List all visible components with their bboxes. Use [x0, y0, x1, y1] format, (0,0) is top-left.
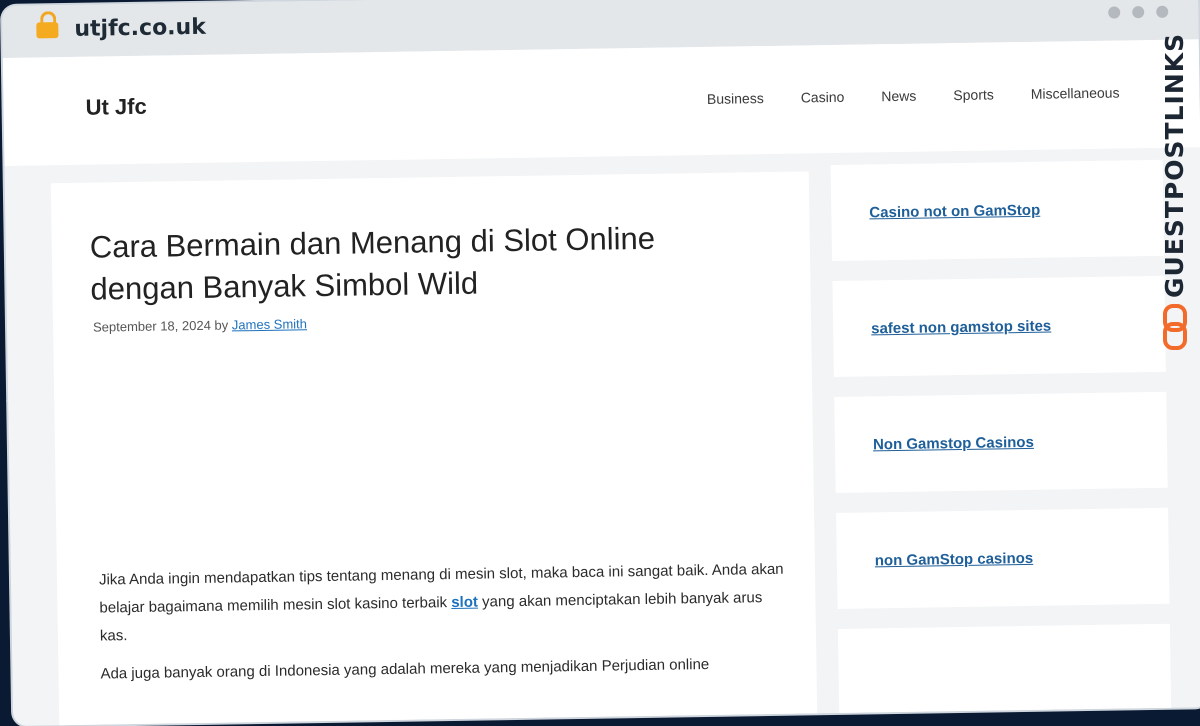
sidebar: Casino not on GamStop safest non gamstop… — [830, 159, 1172, 726]
article: Cara Bermain dan Menang di Slot Online d… — [50, 171, 818, 726]
slot-link[interactable]: slot — [451, 594, 478, 611]
guestpostlinks-badge: GUESTPOSTLINKS — [1158, 32, 1194, 358]
sidebar-link[interactable]: non GamStop casinos — [875, 550, 1034, 569]
sidebar-widget: safest non gamstop sites — [832, 275, 1166, 377]
badge-text: GUESTPOSTLINKS — [1160, 32, 1189, 298]
window-dot-icon[interactable] — [1156, 5, 1169, 18]
main-navigation: Business Casino News Sports Miscellaneou… — [707, 84, 1120, 106]
address-bar-url[interactable]: utjfc.co.uk — [74, 15, 206, 42]
site-header: Ut Jfc Business Casino News Sports Misce… — [2, 39, 1200, 166]
nav-item-miscellaneous[interactable]: Miscellaneous — [1031, 84, 1120, 101]
post-meta: September 18, 2024 by James Smith — [93, 316, 307, 334]
paragraph-text: Ada juga banyak orang di Indonesia yang … — [100, 655, 710, 683]
article-paragraph: Ada juga banyak orang di Indonesia yang … — [100, 650, 790, 689]
post-title: Cara Bermain dan Menang di Slot Online d… — [89, 220, 656, 307]
nav-item-news[interactable]: News — [881, 88, 916, 105]
sidebar-widget — [837, 623, 1172, 725]
window-dot-icon[interactable] — [1108, 6, 1121, 19]
site-title[interactable]: Ut Jfc — [85, 94, 147, 121]
web-page: Ut Jfc Business Casino News Sports Misce… — [2, 39, 1200, 726]
sidebar-link[interactable]: safest non gamstop sites — [871, 318, 1051, 338]
paragraph-text: Jika Anda ingin mendapatkan tips tentang… — [98, 560, 784, 617]
nav-item-sports[interactable]: Sports — [953, 86, 994, 103]
post-by-label: by — [214, 317, 229, 333]
window-dot-icon[interactable] — [1132, 6, 1145, 19]
sidebar-link[interactable]: Casino not on GamStop — [869, 202, 1040, 222]
post-date: September 18, 2024 — [92, 317, 211, 335]
author-link[interactable]: James Smith — [232, 316, 307, 332]
sidebar-widget: non GamStop casinos — [836, 507, 1170, 609]
nav-item-casino[interactable]: Casino — [801, 89, 845, 106]
window-controls — [1108, 5, 1169, 19]
sidebar-widget: Casino not on GamStop — [830, 159, 1165, 261]
sidebar-link[interactable]: Non Gamstop Casinos — [873, 434, 1034, 454]
article-paragraph: Jika Anda ingin mendapatkan tips tentang… — [99, 556, 790, 651]
lock-icon — [36, 11, 59, 39]
sidebar-widget: Non Gamstop Casinos — [834, 391, 1168, 493]
chain-link-icon — [1162, 304, 1188, 350]
nav-item-business[interactable]: Business — [707, 90, 764, 107]
browser-window: utjfc.co.uk Ut Jfc Business Casino News … — [2, 0, 1200, 726]
